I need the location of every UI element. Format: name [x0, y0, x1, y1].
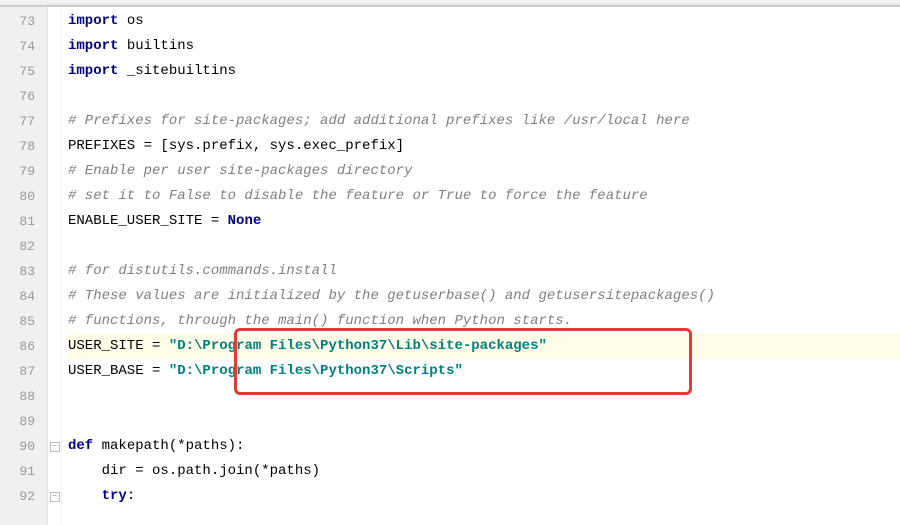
line-number: 91: [0, 459, 47, 484]
token-var: dir = os.path.join(*paths): [68, 463, 320, 479]
code-line[interactable]: dir = os.path.join(*paths): [68, 459, 900, 484]
line-number: 84: [0, 284, 47, 309]
line-number: 78: [0, 134, 47, 159]
code-line[interactable]: [68, 409, 900, 434]
code-line[interactable]: try:: [68, 484, 900, 509]
code-line[interactable]: # Prefixes for site-packages; add additi…: [68, 109, 900, 134]
token-var: PREFIXES = [sys.prefix, sys.exec_prefix]: [68, 138, 404, 154]
fold-marker: [48, 84, 61, 109]
token-kw: def: [68, 438, 102, 454]
token-kw: import: [68, 63, 118, 79]
token-comment: # Enable per user site-packages director…: [68, 163, 412, 179]
token-comment: # functions, through the main() function…: [68, 313, 572, 329]
fold-marker: [48, 59, 61, 84]
fold-marker[interactable]: −: [48, 434, 61, 459]
code-line[interactable]: PREFIXES = [sys.prefix, sys.exec_prefix]: [68, 134, 900, 159]
token-comment: # set it to False to disable the feature…: [68, 188, 648, 204]
line-number: 89: [0, 409, 47, 434]
fold-marker: [48, 184, 61, 209]
token-var: ENABLE_USER_SITE =: [68, 213, 228, 229]
line-number: 75: [0, 59, 47, 84]
line-number: 86: [0, 334, 47, 359]
line-number: 90: [0, 434, 47, 459]
token-var: _sitebuiltins: [118, 63, 236, 79]
code-line[interactable]: # Enable per user site-packages director…: [68, 159, 900, 184]
code-line[interactable]: # for distutils.commands.install: [68, 259, 900, 284]
code-line[interactable]: ENABLE_USER_SITE = None: [68, 209, 900, 234]
token-string: "D:\Program Files\Python37\Scripts": [169, 363, 463, 379]
token-comment: # for distutils.commands.install: [68, 263, 337, 279]
code-line[interactable]: import builtins: [68, 34, 900, 59]
line-number: 77: [0, 109, 47, 134]
fold-marker: [48, 459, 61, 484]
token-var: USER_BASE =: [68, 363, 169, 379]
fold-marker: [48, 9, 61, 34]
line-number-gutter: 7374757677787980818283848586878889909192: [0, 7, 48, 525]
fold-marker: [48, 409, 61, 434]
line-number: 92: [0, 484, 47, 509]
code-line[interactable]: USER_SITE = "D:\Program Files\Python37\L…: [68, 334, 900, 359]
code-line[interactable]: # These values are initialized by the ge…: [68, 284, 900, 309]
token-var: makepath(*paths):: [102, 438, 245, 454]
line-number: 82: [0, 234, 47, 259]
token-kw: import: [68, 13, 118, 29]
code-line[interactable]: import _sitebuiltins: [68, 59, 900, 84]
fold-minus-icon[interactable]: −: [50, 492, 60, 502]
line-number: 76: [0, 84, 47, 109]
code-line[interactable]: # set it to False to disable the feature…: [68, 184, 900, 209]
code-line[interactable]: [68, 84, 900, 109]
fold-minus-icon[interactable]: −: [50, 442, 60, 452]
fold-marker[interactable]: −: [48, 484, 61, 509]
token-comment: # These values are initialized by the ge…: [68, 288, 715, 304]
fold-marker: [48, 109, 61, 134]
code-area[interactable]: import osimport builtinsimport _sitebuil…: [62, 7, 900, 525]
fold-marker: [48, 359, 61, 384]
fold-marker: [48, 284, 61, 309]
line-number: 80: [0, 184, 47, 209]
fold-marker: [48, 384, 61, 409]
fold-marker: [48, 209, 61, 234]
code-line[interactable]: [68, 234, 900, 259]
code-line[interactable]: USER_BASE = "D:\Program Files\Python37\S…: [68, 359, 900, 384]
line-number: 87: [0, 359, 47, 384]
token-var: builtins: [118, 38, 194, 54]
fold-marker: [48, 334, 61, 359]
line-number: 81: [0, 209, 47, 234]
line-number: 79: [0, 159, 47, 184]
fold-marker: [48, 259, 61, 284]
token-var: :: [127, 488, 135, 504]
fold-marker: [48, 309, 61, 334]
token-none-val: None: [228, 213, 262, 229]
fold-marker: [48, 34, 61, 59]
line-number: 83: [0, 259, 47, 284]
token-string: "D:\Program Files\Python37\Lib\site-pack…: [169, 338, 547, 354]
code-editor[interactable]: 7374757677787980818283848586878889909192…: [0, 6, 900, 525]
fold-marker: [48, 134, 61, 159]
code-line[interactable]: # functions, through the main() function…: [68, 309, 900, 334]
line-number: 85: [0, 309, 47, 334]
token-var: USER_SITE =: [68, 338, 169, 354]
code-line[interactable]: import os: [68, 9, 900, 34]
line-number: 88: [0, 384, 47, 409]
code-line[interactable]: def makepath(*paths):: [68, 434, 900, 459]
line-number: 73: [0, 9, 47, 34]
fold-marker: [48, 234, 61, 259]
token-var: os: [118, 13, 143, 29]
token-var: [68, 488, 102, 504]
fold-marker: [48, 159, 61, 184]
token-kw: try: [102, 488, 127, 504]
fold-gutter: −−: [48, 7, 62, 525]
token-comment: # Prefixes for site-packages; add additi…: [68, 113, 690, 129]
token-kw: import: [68, 38, 118, 54]
code-line[interactable]: [68, 384, 900, 409]
line-number: 74: [0, 34, 47, 59]
